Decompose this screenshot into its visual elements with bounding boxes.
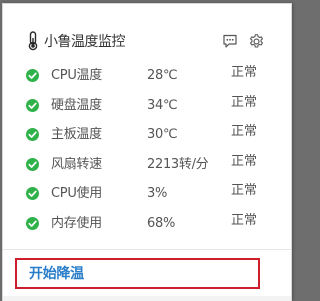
metric-row-fan-speed: 风扇转速 2213转/分 正常 [3, 150, 291, 180]
start-cooling-button[interactable]: 开始降温 [15, 258, 260, 289]
metric-row-disk-temp: 硬盘温度 34℃ 正常 [3, 91, 291, 121]
metric-label: 风扇转速 [51, 156, 102, 172]
app-title: 小鲁温度监控 [44, 34, 126, 50]
metric-value: 68% [147, 215, 175, 231]
metric-row-memory-usage: 内存使用 68% 正常 [3, 209, 291, 239]
start-cooling-label: 开始降温 [29, 266, 84, 282]
metric-label: 硬盘温度 [51, 97, 102, 113]
check-icon [26, 216, 39, 230]
check-icon [26, 69, 39, 82]
temperature-monitor-panel: 小鲁温度监控 CPU温度 28℃ 正常 硬盘温度 34℃ 正常 主板温度 30℃… [2, 3, 292, 301]
metric-value: 34℃ [147, 97, 178, 113]
message-icon[interactable] [222, 33, 238, 49]
metric-row-cpu-temp: CPU温度 28℃ 正常 [3, 61, 291, 91]
panel-footer [3, 296, 291, 301]
metric-status: 正常 [231, 65, 258, 80]
check-icon [26, 187, 39, 201]
metric-status: 正常 [231, 124, 258, 140]
thermometer-icon [26, 31, 40, 51]
metric-label: 内存使用 [51, 215, 102, 231]
metric-label: CPU温度 [51, 68, 102, 83]
metric-row-board-temp: 主板温度 30℃ 正常 [3, 120, 291, 150]
metric-value: 30℃ [147, 127, 178, 143]
metric-status: 正常 [231, 94, 258, 110]
gear-icon[interactable] [248, 33, 265, 50]
metric-label: CPU使用 [51, 186, 102, 202]
metric-status: 正常 [231, 183, 258, 199]
metric-row-cpu-usage: CPU使用 3% 正常 [3, 179, 291, 209]
metric-value: 2213转/分 [147, 156, 209, 172]
check-icon [26, 98, 39, 112]
check-icon [26, 128, 39, 142]
metric-label: 主板温度 [51, 127, 102, 143]
metric-status: 正常 [231, 153, 258, 169]
metric-value: 3% [147, 186, 168, 202]
panel-header: 小鲁温度监控 [3, 26, 291, 58]
check-icon [26, 157, 39, 171]
metric-value: 28℃ [147, 68, 178, 83]
metric-status: 正常 [231, 212, 258, 228]
metrics-list: CPU温度 28℃ 正常 硬盘温度 34℃ 正常 主板温度 30℃ 正常 风扇转… [3, 61, 291, 239]
divider [3, 249, 291, 250]
